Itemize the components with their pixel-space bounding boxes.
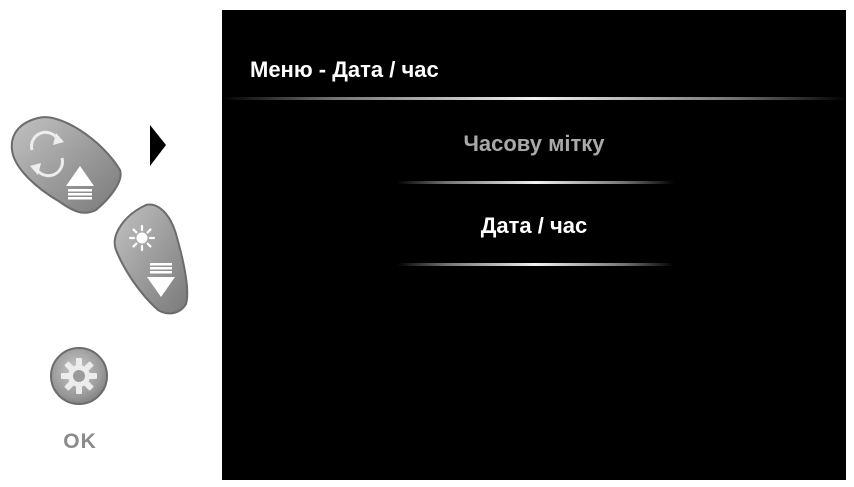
- sun-icon: [128, 224, 156, 252]
- menu-item-date-time[interactable]: Дата / час: [222, 213, 846, 239]
- rotate-up-button[interactable]: [10, 116, 122, 214]
- menu-list: Часову мітку Дата / час: [222, 10, 846, 480]
- gear-icon: [61, 358, 97, 394]
- device-screen: Меню - Дата / час Часову мітку Дата / ча…: [222, 10, 846, 480]
- menu-item-timestamp[interactable]: Часову мітку: [222, 131, 846, 157]
- brightness-down-button[interactable]: [113, 203, 189, 315]
- menu-divider: [397, 263, 674, 266]
- triangle-right-icon: [150, 125, 166, 166]
- menu-divider: [397, 181, 674, 184]
- controls-graphic: [10, 116, 189, 405]
- ok-button[interactable]: [50, 347, 108, 405]
- ok-label: OK: [63, 430, 97, 453]
- device-controls: OK: [0, 0, 222, 487]
